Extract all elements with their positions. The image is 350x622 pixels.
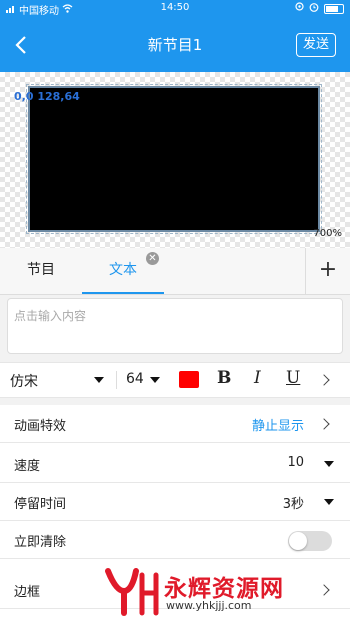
chevron-right-icon (318, 418, 330, 430)
status-right (295, 2, 344, 15)
tab-program[interactable]: 节目 (0, 248, 82, 294)
setting-speed[interactable]: 速度 10 (0, 445, 350, 483)
animation-value: 静止显示 (251, 419, 304, 434)
alarm-icon (309, 2, 319, 15)
font-dropdown-icon[interactable] (94, 377, 104, 383)
led-preview-area: 0,0 128,64 700% (0, 72, 350, 248)
setting-label: 立即清除 (14, 535, 67, 550)
chevron-right-icon[interactable] (318, 374, 330, 386)
send-button[interactable]: 发送 (295, 33, 336, 57)
led-screen-canvas[interactable] (26, 84, 322, 234)
clear-now-toggle[interactable] (288, 531, 332, 551)
setting-label: 边框 (14, 585, 41, 600)
setting-dwell-time[interactable]: 停留时间 3秒 (0, 483, 350, 521)
watermark: 永辉资源网 www.yhkjjj.com (102, 565, 350, 619)
dropdown-icon (324, 461, 334, 467)
plus-icon: + (318, 257, 338, 282)
bold-button[interactable]: B (217, 368, 231, 388)
status-bar: 中国移动 14:50 (0, 0, 350, 18)
close-tab-icon[interactable]: ✕ (146, 252, 159, 265)
toolbar-divider (116, 371, 117, 389)
setting-label: 停留时间 (14, 497, 67, 512)
speed-value: 10 (287, 455, 304, 470)
dropdown-icon (324, 499, 334, 505)
nav-bar: 新节目1 发送 (0, 18, 350, 72)
font-size-select[interactable]: 64 (126, 371, 144, 387)
watermark-text: 永辉资源网 (164, 576, 284, 602)
setting-clear-now: 立即清除 (0, 521, 350, 559)
zoom-level: 700% (313, 228, 342, 239)
tab-bar: 节目 文本 ✕ + (0, 248, 350, 295)
text-color-picker[interactable] (179, 371, 199, 388)
battery-icon (324, 3, 344, 14)
font-family-select[interactable]: 仿宋 (10, 371, 38, 391)
size-dropdown-icon[interactable] (150, 377, 160, 383)
dwell-value: 3秒 (282, 497, 304, 512)
setting-label: 速度 (14, 459, 41, 474)
setting-animation[interactable]: 动画特效 静止显示 (0, 405, 350, 443)
text-format-toolbar: 仿宋 64 B I U (0, 362, 350, 398)
text-content-input[interactable]: 点击输入内容 (7, 298, 343, 354)
italic-button[interactable]: I (254, 368, 261, 388)
watermark-url: www.yhkjjj.com (166, 599, 252, 612)
watermark-logo-icon (105, 568, 159, 616)
underline-button[interactable]: U (286, 368, 300, 388)
location-icon (295, 2, 304, 15)
area-coordinates: 0,0 128,64 (14, 90, 80, 103)
add-tab-button[interactable]: + (305, 248, 350, 294)
setting-label: 动画特效 (14, 419, 67, 434)
